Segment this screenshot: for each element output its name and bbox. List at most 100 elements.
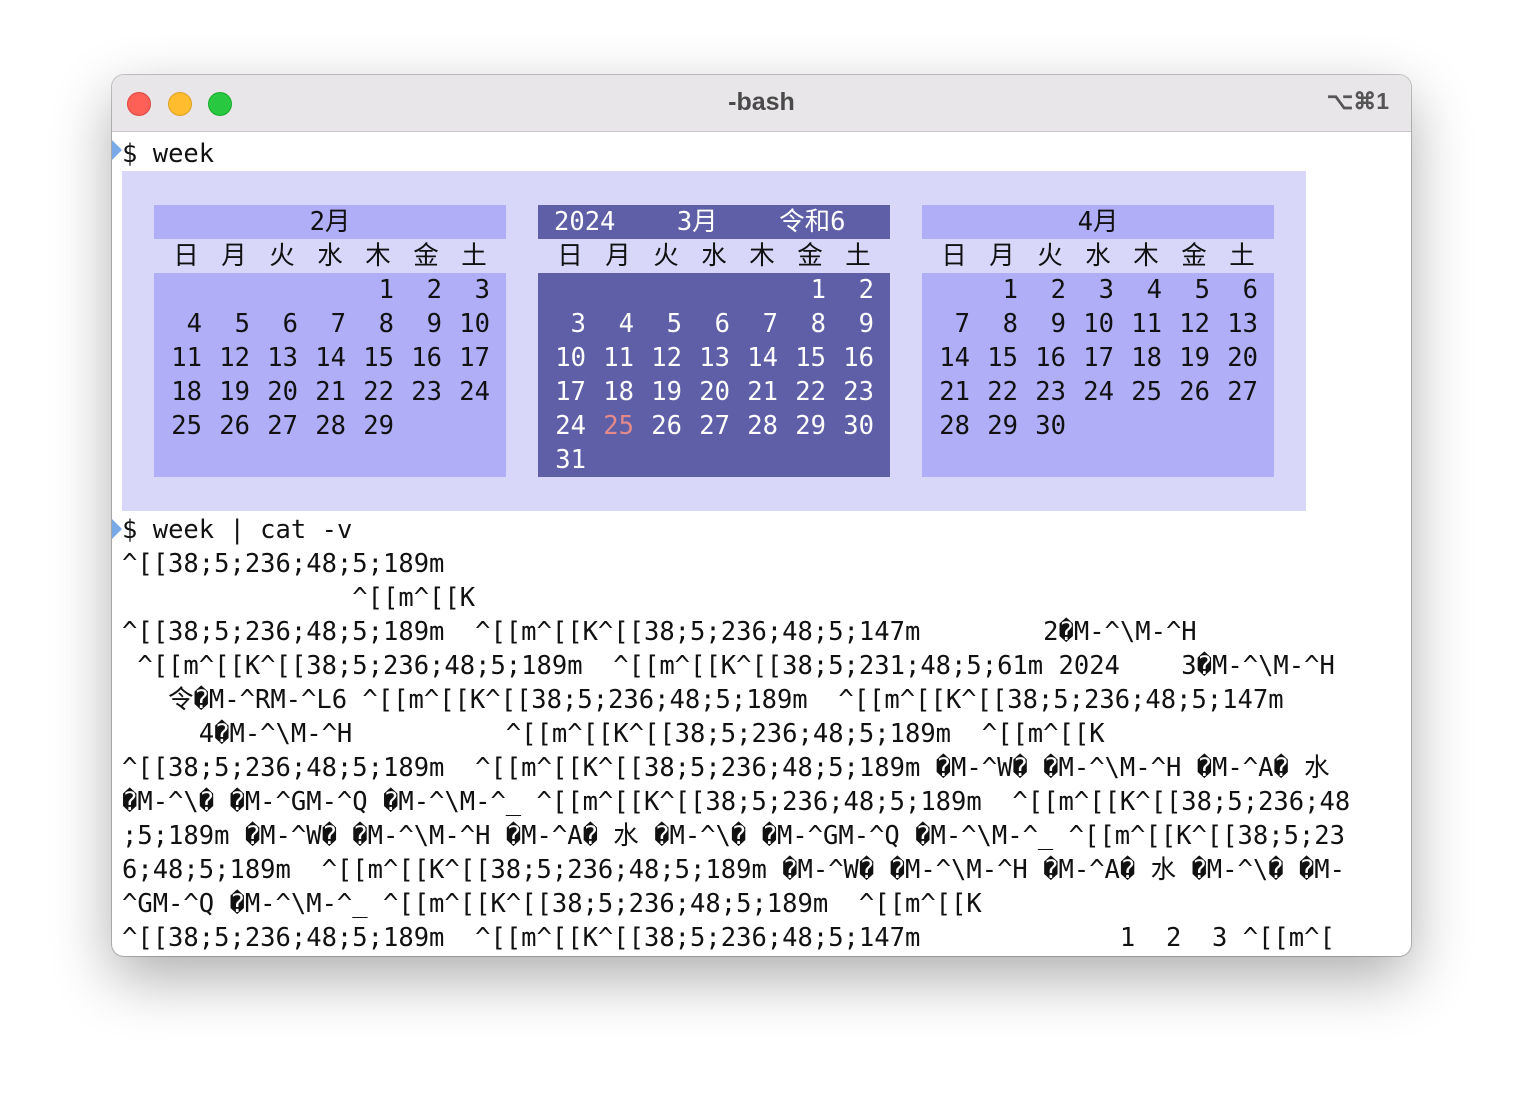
month-header: 2月 [154, 205, 506, 239]
date-cell: 27 [267, 411, 298, 441]
weekday-label: 火 [1037, 241, 1063, 271]
weekday-label: 木 [1133, 241, 1159, 271]
date-cell: 17 [459, 343, 490, 373]
weekday-label: 土 [1229, 241, 1255, 271]
date-cell: 2 [426, 275, 442, 305]
date-cell: 15 [363, 343, 394, 373]
today-date-cell: 25 [603, 411, 634, 441]
date-cell: 12 [219, 343, 250, 373]
date-cell: 10 [1083, 309, 1114, 339]
weekday-label: 水 [317, 241, 343, 271]
date-cell: 6 [282, 309, 298, 339]
date-cell: 4 [618, 309, 634, 339]
date-cell: 19 [651, 377, 682, 407]
week-row: 31 [538, 443, 890, 477]
date-cell: 21 [747, 377, 778, 407]
week-row: 24 25 26 27 28 29 30 [538, 409, 890, 443]
date-cell: 26 [1179, 377, 1210, 407]
date-cell: 10 [555, 343, 586, 373]
date-cell: 9 [858, 309, 874, 339]
date-cell: 5 [1194, 275, 1210, 305]
window-title: -bash [728, 88, 795, 116]
week-row: 3 4 5 6 7 8 9 [538, 307, 890, 341]
weekday-label: 日 [557, 241, 583, 271]
month-panel: 4月日月火水木金土 1 2 3 4 5 6 7 8 9 10 11 12 13 14 15 16 17 18 19 20… [922, 205, 1274, 477]
date-cell: 20 [267, 377, 298, 407]
date-cell: 5 [234, 309, 250, 339]
date-cell: 7 [762, 309, 778, 339]
date-cell: 10 [459, 309, 490, 339]
output-line: 6;48;5;189m ^[[m^[[K^[[38;5;236;48;5;189… [122, 855, 1345, 885]
date-cell: 9 [426, 309, 442, 339]
month-header: 2024 3月 令和6 [538, 205, 890, 239]
week-row: 25 26 27 28 29 [154, 409, 506, 443]
title-bar[interactable]: -bash ⌥⌘1 [112, 75, 1411, 132]
date-cell: 13 [1227, 309, 1258, 339]
date-cell: 17 [555, 377, 586, 407]
date-cell: 27 [1227, 377, 1258, 407]
date-cell: 18 [171, 377, 202, 407]
terminal-window: -bash ⌥⌘1 $ week 2月日月火水木金土 1 2 3 4 5 6 7 8 9 10 11 1… [112, 75, 1411, 956]
date-cell: 23 [411, 377, 442, 407]
weekday-label: 日 [941, 241, 967, 271]
date-cell: 16 [411, 343, 442, 373]
date-cell: 22 [987, 377, 1018, 407]
date-cell: 21 [939, 377, 970, 407]
date-cell: 30 [843, 411, 874, 441]
date-cell: 19 [1179, 343, 1210, 373]
week-row: 10 11 12 13 14 15 16 [538, 341, 890, 375]
date-cell: 11 [603, 343, 634, 373]
date-cell: 23 [843, 377, 874, 407]
prompt-marker-icon [112, 140, 122, 160]
week-row: 14 15 16 17 18 19 20 [922, 341, 1274, 375]
prompt-marker-icon [112, 519, 122, 539]
tab-shortcut: ⌥⌘1 [1326, 88, 1389, 114]
date-cell: 4 [1146, 275, 1162, 305]
date-cell: 18 [603, 377, 634, 407]
date-cell: 7 [954, 309, 970, 339]
weekday-label: 月 [605, 241, 631, 271]
weekday-label: 水 [1085, 241, 1111, 271]
date-cell: 24 [555, 411, 586, 441]
month-panel: 2024 3月 令和6 日月火水木金土 1 2 3 4 5 6 7 8 9 10 11 12 13 14 15 1… [538, 205, 890, 477]
date-cell: 2 [1050, 275, 1066, 305]
month-header: 4月 [922, 205, 1274, 239]
date-cell: 13 [699, 343, 730, 373]
date-cell: 15 [987, 343, 1018, 373]
date-cell: 1 [378, 275, 394, 305]
output-line: ^[[38;5;236;48;5;189m ^[[m^[[K^[[38;5;23… [122, 923, 1335, 953]
week-row: 28 29 30 [922, 409, 1274, 443]
weekday-header-row: 日月火水木金土 [154, 239, 506, 273]
date-cell: 5 [666, 309, 682, 339]
date-cell: 3 [570, 309, 586, 339]
date-cell: 24 [459, 377, 490, 407]
weekday-label: 火 [269, 241, 295, 271]
date-cell: 18 [1131, 343, 1162, 373]
week-row: 1 2 3 [154, 273, 506, 307]
date-cell: 29 [795, 411, 826, 441]
date-cell: 16 [1035, 343, 1066, 373]
date-cell: 24 [1083, 377, 1114, 407]
weekday-label: 金 [1181, 241, 1207, 271]
date-cell: 25 [1131, 377, 1162, 407]
weekday-label: 土 [845, 241, 871, 271]
weekday-label: 木 [365, 241, 391, 271]
date-cell: 28 [315, 411, 346, 441]
date-cell: 8 [810, 309, 826, 339]
date-cell: 3 [474, 275, 490, 305]
date-cell: 29 [987, 411, 1018, 441]
date-cell: 28 [747, 411, 778, 441]
output-line: ^[[m^[[K^[[38;5;236;48;5;189m ^[[m^[[K^[… [122, 651, 1335, 681]
week-row: 7 8 9 10 11 12 13 [922, 307, 1274, 341]
date-cell: 4 [186, 309, 202, 339]
date-cell: 23 [1035, 377, 1066, 407]
output-line: ;5;189m �M-^W� �M-^\M-^H �M-^A� 水 �M-^\�… [122, 821, 1345, 851]
terminal-content[interactable]: $ week 2月日月火水木金土 1 2 3 4 5 6 7 8 9 10 11 12 13 14 15 16 1… [112, 133, 1411, 956]
date-cell: 2 [858, 275, 874, 305]
week-row: 12 [538, 273, 890, 307]
date-cell: 17 [1083, 343, 1114, 373]
date-cell: 6 [1242, 275, 1258, 305]
prompt-line: $ week | cat -v [122, 513, 352, 547]
weekday-label: 木 [749, 241, 775, 271]
date-cell: 14 [315, 343, 346, 373]
